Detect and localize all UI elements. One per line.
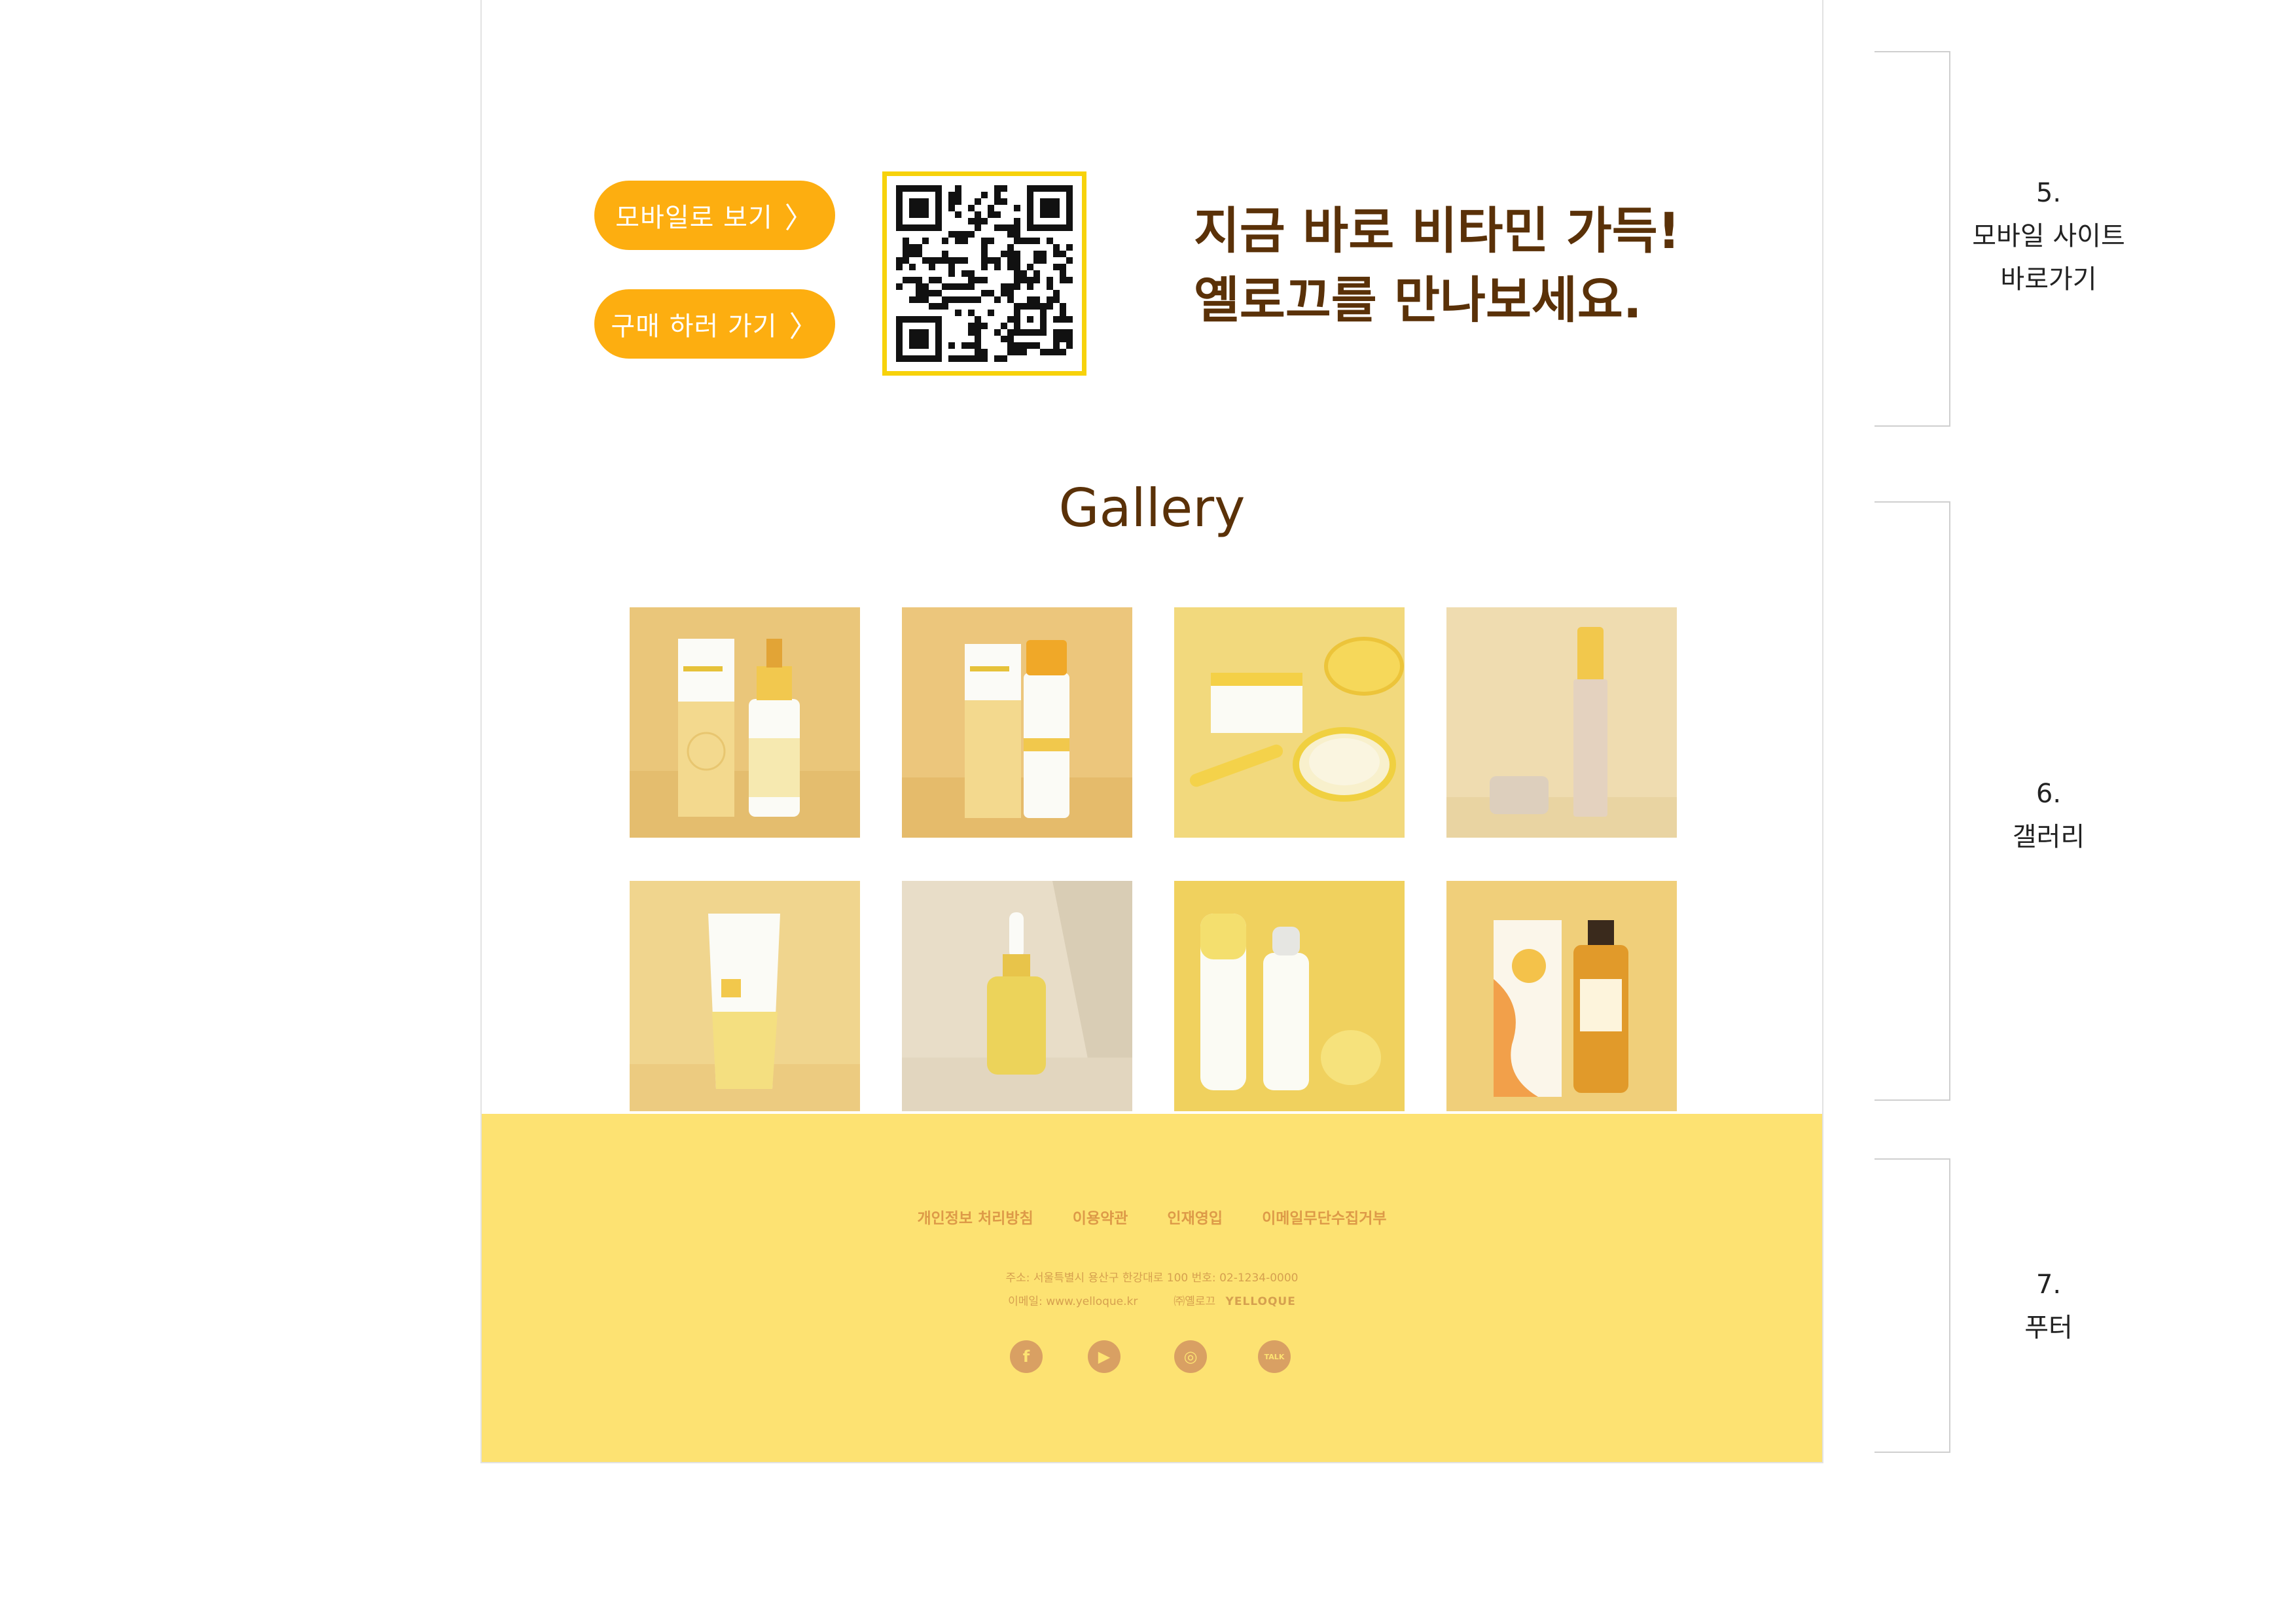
annotation-number: 7. bbox=[2036, 1270, 2062, 1300]
annotation-mobile-site: 5. 모바일 사이트 바로가기 bbox=[1950, 171, 2147, 301]
footer-address: 주소: 서울특별시 용산구 한강대로 100 번호: 02-1234-0000 bbox=[1005, 1272, 1299, 1285]
ampoule-product-image bbox=[902, 881, 1132, 1111]
annotation-gallery: 6. 갤러리 bbox=[1950, 772, 2147, 859]
footer-company: ㈜옐로끄 bbox=[1174, 1295, 1216, 1308]
annotation-label: 모바일 사이트 bbox=[1972, 221, 2125, 251]
gallery-item-cream[interactable] bbox=[1174, 607, 1405, 838]
gallery-item-sun-cream[interactable] bbox=[630, 881, 860, 1111]
youtube-icon[interactable]: ▶ bbox=[1088, 1340, 1121, 1373]
footer-email[interactable]: 이메일: www.yelloque.kr bbox=[1008, 1295, 1138, 1308]
annotation-bracket-gallery bbox=[1874, 501, 1950, 1101]
lotion-product-image bbox=[902, 607, 1132, 838]
body-spray-product-image bbox=[1446, 881, 1677, 1111]
gallery-item-ampoule[interactable] bbox=[902, 881, 1132, 1111]
cta-headline-line2: 옐로끄를 만나보세요. bbox=[1194, 271, 1642, 329]
site-footer: 개인정보 처리방침 이용약관 인재영입 이메일무단수집거부 주소: 서울특별시 … bbox=[482, 1114, 1822, 1462]
footer-link-careers[interactable]: 인재영입 bbox=[1167, 1210, 1223, 1227]
chevron-right-icon: 〉 bbox=[784, 202, 814, 235]
annotation-label: 바로가기 bbox=[2000, 264, 2097, 294]
buy-button-label: 구매 하러 가기 bbox=[611, 312, 778, 342]
annotation-bracket-mobile bbox=[1874, 51, 1950, 427]
gallery-item-body-spray[interactable] bbox=[1446, 881, 1677, 1111]
mobile-view-button[interactable]: 모바일로 보기 〉 bbox=[594, 181, 835, 250]
gallery-item-lotion[interactable] bbox=[902, 607, 1132, 838]
mobile-view-button-label: 모바일로 보기 bbox=[615, 203, 773, 233]
gallery-title: Gallery bbox=[1058, 478, 1246, 539]
annotation-bracket-footer bbox=[1874, 1158, 1950, 1453]
buy-button[interactable]: 구매 하러 가기 〉 bbox=[594, 289, 835, 359]
talk-icon[interactable]: TALK bbox=[1258, 1340, 1291, 1373]
toner-product-image bbox=[630, 607, 860, 838]
chevron-right-icon: 〉 bbox=[789, 310, 819, 344]
annotation-footer: 7. 푸터 bbox=[1950, 1263, 2147, 1349]
stick-product-image bbox=[1446, 607, 1677, 838]
annotation-label: 갤러리 bbox=[2012, 822, 2085, 852]
gallery-item-sun-spray[interactable] bbox=[1174, 881, 1405, 1111]
annotation-label: 푸터 bbox=[2024, 1313, 2073, 1343]
cta-headline-line1: 지금 바로 비타민 가득! bbox=[1194, 202, 1681, 260]
annotation-number: 5. bbox=[2036, 178, 2062, 208]
footer-links: 개인정보 처리방침 이용약관 인재영입 이메일무단수집거부 bbox=[482, 1205, 1822, 1228]
footer-contact-line: 이메일: www.yelloque.kr ㈜옐로끄 YELLOQUE bbox=[482, 1292, 1822, 1308]
sun-spray-product-image bbox=[1174, 881, 1405, 1111]
footer-link-terms[interactable]: 이용약관 bbox=[1073, 1210, 1128, 1227]
footer-link-email-refusal[interactable]: 이메일무단수집거부 bbox=[1262, 1210, 1386, 1227]
qr-code[interactable] bbox=[882, 171, 1086, 376]
footer-link-privacy[interactable]: 개인정보 처리방침 bbox=[917, 1210, 1033, 1227]
sun-cream-product-image bbox=[630, 881, 860, 1111]
qr-code-icon bbox=[896, 185, 1073, 362]
page-canvas: 모바일로 보기 〉 구매 하러 가기 〉 지금 바로 비타민 가득! 옐로끄를 … bbox=[480, 0, 1823, 1463]
annotation-number: 6. bbox=[2036, 779, 2062, 809]
gallery-item-stick[interactable] bbox=[1446, 607, 1677, 838]
gallery-item-toner[interactable] bbox=[630, 607, 860, 838]
footer-brand-logo: YELLOQUE bbox=[1225, 1295, 1296, 1308]
instagram-icon[interactable]: ◎ bbox=[1174, 1340, 1207, 1373]
facebook-icon[interactable]: f bbox=[1010, 1340, 1043, 1373]
cta-headline: 지금 바로 비타민 가득! 옐로끄를 만나보세요. bbox=[1194, 196, 1680, 335]
cream-product-image bbox=[1174, 607, 1405, 838]
